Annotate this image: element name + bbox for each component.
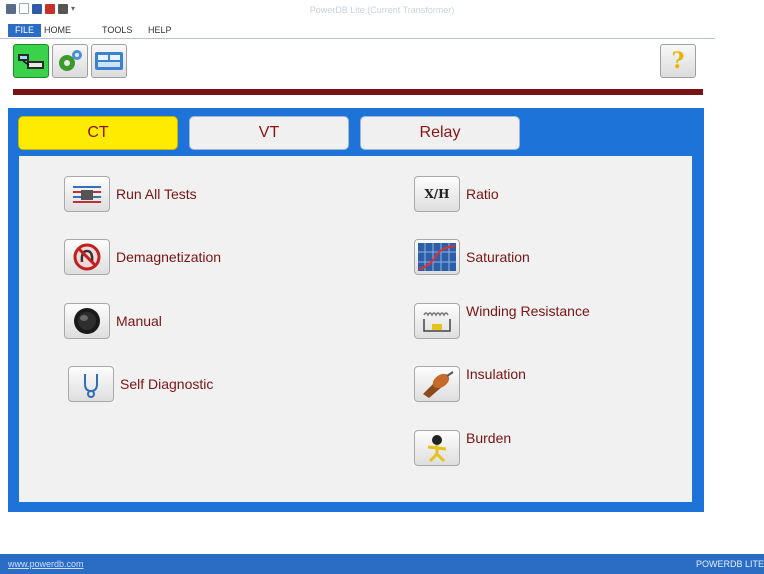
test-set-button[interactable] [13, 44, 49, 78]
menu-file[interactable]: FILE [8, 24, 42, 37]
tab-relay[interactable]: Relay [360, 116, 520, 150]
run-all-tests-button[interactable]: Run All Tests [64, 176, 197, 212]
ratio-icon-text: X/H [424, 187, 450, 201]
demagnetization-button[interactable]: Demagnetization [64, 239, 221, 275]
stethoscope-icon [68, 366, 114, 402]
run-all-tests-icon [64, 176, 110, 212]
instrument-panel-button[interactable] [91, 44, 127, 78]
status-bar: www.powerdb.com POWERDB LITE [0, 554, 764, 574]
burden-label: Burden [466, 430, 512, 446]
saturation-button[interactable]: Saturation [414, 239, 530, 275]
winding-resistance-icon [414, 303, 460, 339]
help-button[interactable]: ? [660, 44, 696, 78]
test-panel: CT VT Relay Run All Tests Demagnetizatio… [8, 108, 704, 512]
tab-vt[interactable]: VT [189, 116, 349, 150]
self-diagnostic-button[interactable]: Self Diagnostic [68, 366, 213, 402]
settings-gears-icon [59, 50, 82, 71]
ribbon-divider [0, 38, 715, 39]
ratio-button[interactable]: X/H Ratio [414, 176, 499, 212]
toolbar [13, 44, 127, 78]
winding-resistance-button[interactable]: Winding Resistance [414, 303, 590, 339]
website-link[interactable]: www.powerdb.com [8, 559, 84, 569]
burden-button[interactable]: Burden [414, 430, 511, 466]
menu-home[interactable]: HOME [44, 24, 71, 37]
instrument-panel-icon [95, 52, 123, 70]
demagnetization-icon [64, 239, 110, 275]
manual-button[interactable]: Manual [64, 303, 162, 339]
settings-button[interactable] [52, 44, 88, 78]
insulation-button[interactable]: Insulation [414, 366, 526, 402]
saturation-curve-icon [414, 239, 460, 275]
manual-knob-icon [64, 303, 110, 339]
burden-icon [414, 430, 460, 466]
window-title: PowerDB Lite (Current Transformer) [309, 5, 455, 15]
ratio-icon: X/H [414, 176, 460, 212]
insulation-probe-icon [414, 366, 460, 402]
saturation-label: Saturation [466, 249, 530, 265]
test-set-icon [18, 54, 44, 69]
insulation-label: Insulation [466, 366, 526, 382]
footer-brand: POWERDB LITE [695, 559, 764, 569]
demagnetization-label: Demagnetization [116, 249, 222, 265]
header-divider [13, 89, 703, 95]
test-list: Run All Tests Demagnetization Manual Sel… [19, 156, 692, 502]
ribbon-menu: FILE HOME TOOLS HELP [0, 22, 764, 39]
tab-ct[interactable]: CT [18, 116, 178, 150]
menu-tools[interactable]: TOOLS [102, 24, 132, 37]
ratio-label: Ratio [466, 186, 499, 202]
title-bar: ▾ PowerDB Lite (Current Transformer) [0, 0, 764, 22]
run-all-tests-label: Run All Tests [116, 186, 197, 202]
self-diagnostic-label: Self Diagnostic [120, 376, 214, 392]
menu-help[interactable]: HELP [148, 24, 172, 37]
manual-label: Manual [116, 313, 162, 329]
winding-resistance-label: Winding Resistance [466, 303, 590, 319]
